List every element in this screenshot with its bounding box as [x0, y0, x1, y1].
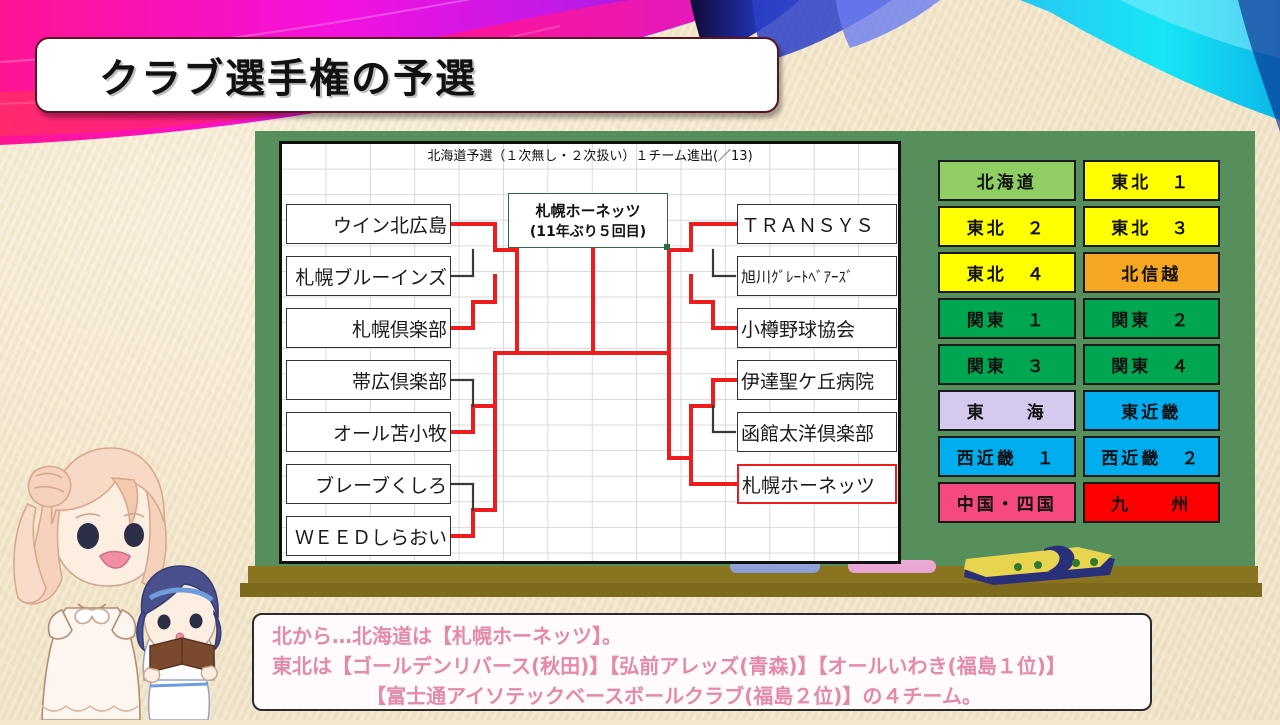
champion-box-handle: [664, 244, 670, 250]
champion-note: (11年ぶり５回目): [529, 224, 647, 240]
bracket-team-right[interactable]: ＴＲＡＮＳＹＳ: [737, 204, 897, 244]
region-button[interactable]: 関東 ４: [1082, 344, 1220, 385]
region-button[interactable]: 中国・四国: [938, 482, 1076, 523]
bracket-team-left[interactable]: ＷＥＥＤしらおい: [286, 516, 451, 556]
caption-box: 北から…北海道は【札幌ホーネッツ】。 東北は【ゴールデンリバース(秋田)】【弘前…: [252, 613, 1152, 711]
region-button[interactable]: 西近畿 １: [938, 436, 1076, 477]
region-button[interactable]: 関東 ２: [1082, 298, 1220, 339]
bracket-team-left[interactable]: 帯広倶楽部: [286, 360, 451, 400]
region-button-label: 中国・四国: [956, 495, 1057, 515]
region-button[interactable]: 東 海: [938, 390, 1076, 431]
region-button[interactable]: 九 州: [1082, 482, 1220, 523]
bracket-team-left[interactable]: 札幌倶楽部: [286, 308, 451, 348]
bracket-team-right[interactable]: 小樽野球協会: [737, 308, 897, 348]
page-title-plate: クラブ選手権の予選: [35, 37, 779, 113]
region-button[interactable]: 東北 ２: [938, 206, 1076, 247]
region-button-label: 東北 ４: [966, 265, 1047, 285]
caption-line-3: 【富士通アイソテックベースボールクラブ(福島２位)】の４チーム。: [366, 684, 982, 708]
region-button[interactable]: 東北 ３: [1082, 206, 1220, 247]
region-button-label: 東北 ２: [966, 219, 1047, 239]
region-button-label: 九 州: [1111, 495, 1192, 515]
region-button-label: 北信越: [1121, 265, 1182, 285]
bracket-team-right[interactable]: 函館太洋倶楽部: [737, 412, 897, 452]
region-button-label: 東北 ３: [1111, 219, 1192, 239]
bracket-team-left[interactable]: ウイン北広島: [286, 204, 451, 244]
region-button-label: 関東 ３: [966, 357, 1047, 377]
bracket-team-left[interactable]: オール苫小牧: [286, 412, 451, 452]
region-button[interactable]: 西近畿 ２: [1082, 436, 1220, 477]
mascot-characters: [0, 432, 255, 721]
region-button[interactable]: 東北 ４: [938, 252, 1076, 293]
region-button[interactable]: 北海道: [938, 160, 1076, 201]
region-button-label: 関東 １: [966, 311, 1047, 331]
bracket-team-left[interactable]: ブレーブくしろ: [286, 464, 451, 504]
region-button-label: 東近畿: [1121, 403, 1182, 423]
tournament-bracket-sheet: 北海道予選（１次無し・２次扱い）１チーム進出(／13) 札幌ホーネッツ (11年…: [279, 141, 901, 564]
region-button-label: 関東 ２: [1111, 311, 1192, 331]
bracket-team-right[interactable]: 旭川ｸﾞﾚｰﾄﾍﾞｱｰｽﾞ: [737, 256, 897, 296]
region-button-grid: 北海道 東北 １ 東北 ２ 東北 ３ 東北 ４ 北信越関東 １ 関東 ２ 関東 ３ 関東 ４ 東 …: [938, 160, 1220, 523]
region-button-label: 西近畿 ２: [1101, 449, 1202, 469]
bracket-team-left[interactable]: 札幌ブルーインズ: [286, 256, 451, 296]
caption-line-1: 北から…北海道は【札幌ホーネッツ】。: [272, 624, 622, 648]
bracket-team-right[interactable]: 伊達聖ケ丘病院: [737, 360, 897, 400]
champion-box: 札幌ホーネッツ (11年ぶり５回目): [508, 193, 670, 250]
region-button[interactable]: 東近畿: [1082, 390, 1220, 431]
region-button[interactable]: 関東 ３: [938, 344, 1076, 385]
region-button-label: 東北 １: [1111, 173, 1192, 193]
region-button[interactable]: 関東 １: [938, 298, 1076, 339]
caption-line-2: 東北は【ゴールデンリバース(秋田)】【弘前アレッズ(青森)】【オールいわき(福島…: [272, 654, 1066, 678]
region-button-label: 関東 ４: [1111, 357, 1192, 377]
region-button[interactable]: 北信越: [1082, 252, 1220, 293]
region-button-label: 西近畿 １: [956, 449, 1057, 469]
region-button[interactable]: 東北 １: [1082, 160, 1220, 201]
bracket-team-right-winner[interactable]: 札幌ホーネッツ: [737, 464, 897, 504]
region-button-label: 東 海: [966, 403, 1047, 423]
chalkboard-eraser: [960, 545, 1115, 587]
page-title: クラブ選手権の予選: [99, 56, 477, 102]
champion-name: 札幌ホーネッツ: [535, 202, 641, 220]
region-button-label: 北海道: [976, 173, 1037, 193]
